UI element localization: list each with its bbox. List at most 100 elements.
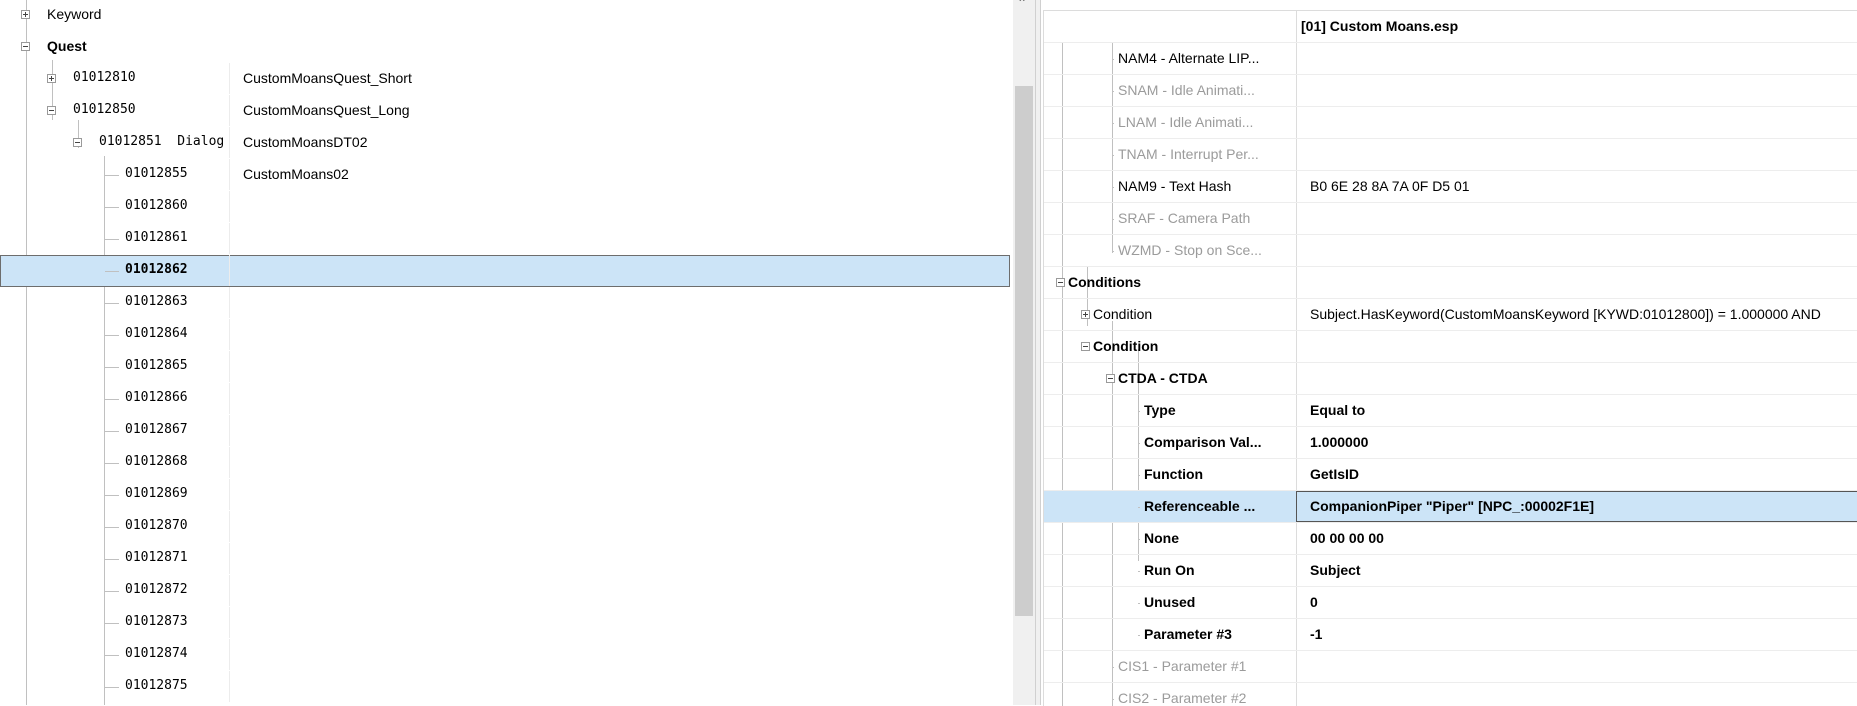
field-row-sraf[interactable]: SRAF - Camera Path	[1044, 203, 1857, 235]
field-row-condition1[interactable]: Condition Subject.HasKeyword(CustomMoansK…	[1044, 299, 1857, 331]
scroll-up-arrow-icon[interactable]: ⌃	[1017, 0, 1027, 10]
field-row-nam9[interactable]: NAM9 - Text Hash B0 6E 28 8A 7A 0F D5 01	[1044, 171, 1857, 203]
field-row-cis1[interactable]: CIS1 - Parameter #1	[1044, 651, 1857, 683]
collapse-minus-icon[interactable]	[1081, 342, 1090, 351]
record-tree-pane[interactable]: Keyword Quest 01012810 CustomMoansQuest_Sho…	[0, 0, 1012, 705]
collapse-minus-icon[interactable]	[1106, 374, 1115, 383]
collapse-minus-icon[interactable]	[1056, 278, 1065, 287]
tree-row-r01012870[interactable]: 01012870	[0, 511, 1010, 543]
tree-row-r01012855[interactable]: 01012855 CustomMoans02	[0, 159, 1010, 191]
field-value: 00 00 00 00	[1310, 530, 1384, 546]
tree-row-r01012864[interactable]: 01012864	[0, 319, 1010, 351]
column-separator	[229, 543, 230, 574]
field-row-none[interactable]: None 00 00 00 00	[1044, 523, 1857, 555]
tree-row-r01012871[interactable]: 01012871	[0, 543, 1010, 575]
field-value: GetIsID	[1310, 466, 1360, 482]
field-name: CIS1 - Parameter #1	[1118, 658, 1247, 674]
tree-row-r01012851[interactable]: 01012851 Dialog CustomMoansDT02	[0, 127, 1010, 159]
field-name: TNAM - Interrupt Per...	[1118, 146, 1259, 162]
tree-row-r01012875[interactable]: 01012875	[0, 671, 1010, 703]
tree-connector-line	[1112, 667, 1114, 668]
tree-row-r01012866[interactable]: 01012866	[0, 383, 1010, 415]
field-row-snam[interactable]: SNAM - Idle Animati...	[1044, 75, 1857, 107]
column-separator	[229, 479, 230, 510]
tree-row-keyword[interactable]: Keyword	[0, 0, 1010, 31]
field-name: Run On	[1144, 562, 1195, 578]
tree-row-r01012867[interactable]: 01012867	[0, 415, 1010, 447]
scrollbar-thumb[interactable]	[1015, 86, 1033, 616]
tree-row-label: 01012869	[125, 486, 188, 501]
field-value: Equal to	[1310, 402, 1366, 418]
tree-row-r01012868[interactable]: 01012868	[0, 447, 1010, 479]
column-separator	[229, 287, 230, 318]
field-row-type[interactable]: Type Equal to	[1044, 395, 1857, 427]
tree-row-label: Quest	[47, 38, 87, 54]
pane-splitter[interactable]	[1035, 0, 1041, 705]
tree-row-r01012861[interactable]: 01012861	[0, 223, 1010, 255]
tree-connector-line	[105, 591, 119, 592]
tree-row-label: 01012871	[125, 550, 188, 565]
field-row-unused[interactable]: Unused 0	[1044, 587, 1857, 619]
field-row-compval[interactable]: Comparison Val... 1.000000	[1044, 427, 1857, 459]
field-name: WZMD - Stop on Sce...	[1118, 242, 1262, 258]
tree-row-r01012872[interactable]: 01012872	[0, 575, 1010, 607]
collapse-minus-icon[interactable]	[47, 106, 56, 115]
tree-row-r01012865[interactable]: 01012865	[0, 351, 1010, 383]
field-row-ctda[interactable]: CTDA - CTDA	[1044, 363, 1857, 395]
field-row-lnam[interactable]: LNAM - Idle Animati...	[1044, 107, 1857, 139]
column-separator	[229, 575, 230, 606]
tree-row-r01012862[interactable]: 01012862	[0, 255, 1010, 287]
tree-connector-line	[105, 527, 119, 528]
tree-connector-line	[105, 239, 119, 240]
tree-row-label: 01012870	[125, 518, 188, 533]
collapse-minus-icon[interactable]	[21, 42, 30, 51]
field-name: Unused	[1144, 594, 1196, 610]
tree-connector-line	[105, 559, 119, 560]
field-row-nam4[interactable]: NAM4 - Alternate LIP...	[1044, 43, 1857, 75]
tree-row-r01012874[interactable]: 01012874	[0, 639, 1010, 671]
field-row-runon[interactable]: Run On Subject	[1044, 555, 1857, 587]
field-name: Function	[1144, 466, 1204, 482]
tree-row-r01012860[interactable]: 01012860	[0, 191, 1010, 223]
tree-row-r01012850[interactable]: 01012850 CustomMoansQuest_Long	[0, 95, 1010, 127]
tree-connector-line	[105, 335, 119, 336]
field-row-function[interactable]: Function GetIsID	[1044, 459, 1857, 491]
editor-id-cell: CustomMoansQuest_Short	[243, 70, 412, 86]
field-name: SRAF - Camera Path	[1118, 210, 1251, 226]
tree-connector-line	[1138, 539, 1140, 540]
record-view-pane[interactable]: [01] Custom Moans.esp NAM4 - Alternate L…	[1043, 10, 1857, 706]
tree-row-r01012810[interactable]: 01012810 CustomMoansQuest_Short	[0, 63, 1010, 95]
field-value: Subject.HasKeyword(CustomMoansKeyword [K…	[1310, 306, 1821, 322]
tree-row-label: 01012851 Dialog	[99, 134, 225, 149]
field-row-refable[interactable]: Referenceable ... CompanionPiper "Piper" …	[1044, 491, 1857, 523]
field-row-wzmd[interactable]: WZMD - Stop on Sce...	[1044, 235, 1857, 267]
field-row-condition2[interactable]: Condition	[1044, 331, 1857, 363]
tree-connector-line	[105, 303, 119, 304]
tree-row-r01012873[interactable]: 01012873	[0, 607, 1010, 639]
tree-connector-line	[1138, 571, 1140, 572]
tree-row-r01012863[interactable]: 01012863	[0, 287, 1010, 319]
tree-row-label: 01012861	[125, 230, 188, 245]
column-separator	[229, 63, 230, 94]
field-row-param3[interactable]: Parameter #3 -1	[1044, 619, 1857, 651]
tree-row-label: 01012866	[125, 390, 188, 405]
field-row-tnam[interactable]: TNAM - Interrupt Per...	[1044, 139, 1857, 171]
tree-row-label: 01012867	[125, 422, 188, 437]
tree-row-r01012869[interactable]: 01012869	[0, 479, 1010, 511]
collapse-minus-icon[interactable]	[73, 138, 82, 147]
tree-row-label: 01012872	[125, 582, 188, 597]
field-name: CIS2 - Parameter #2	[1118, 690, 1247, 706]
expand-plus-icon[interactable]	[1081, 310, 1090, 319]
tree-row-quest[interactable]: Quest	[0, 31, 1010, 63]
field-row-conditions[interactable]: Conditions	[1044, 267, 1857, 299]
expand-plus-icon[interactable]	[47, 74, 56, 83]
expand-plus-icon[interactable]	[21, 10, 30, 19]
tree-scrollbar[interactable]: ⌃	[1013, 0, 1035, 705]
field-value: Subject	[1310, 562, 1361, 578]
field-row-cis2[interactable]: CIS2 - Parameter #2	[1044, 683, 1857, 706]
field-name: None	[1144, 530, 1179, 546]
tree-connector-line	[105, 175, 119, 176]
field-name: Condition	[1093, 338, 1159, 354]
tree-connector-line	[1112, 155, 1114, 156]
column-separator	[229, 607, 230, 638]
